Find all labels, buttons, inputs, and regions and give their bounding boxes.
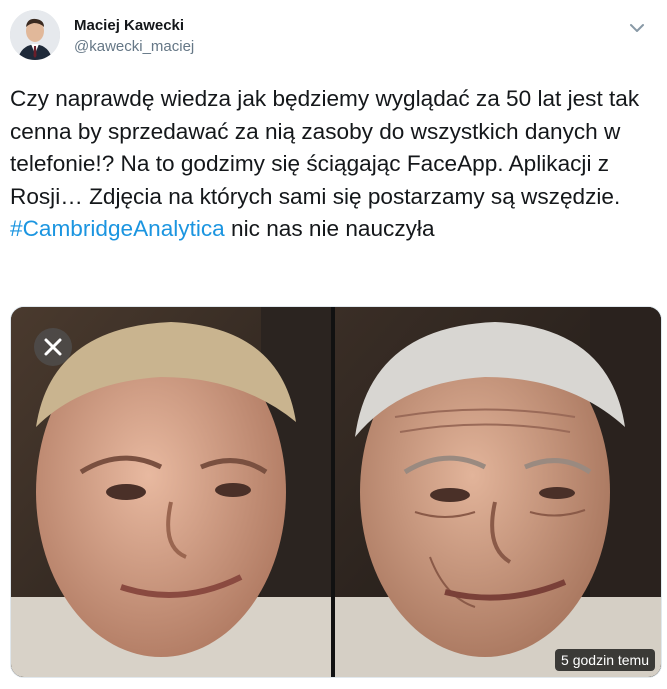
tweet-text-body: Czy naprawdę wiedza jak będziemy wygląda…	[10, 86, 640, 209]
tweet-text: Czy naprawdę wiedza jak będziemy wygląda…	[10, 83, 650, 246]
tweet-header: Maciej Kawecki @kawecki_maciej	[10, 10, 657, 66]
photo-aged-face[interactable]	[335, 307, 661, 677]
tweet-media[interactable]: 5 godzin temu	[10, 306, 662, 678]
author-handle[interactable]: @kawecki_maciej	[74, 38, 194, 55]
media-timestamp: 5 godzin temu	[555, 649, 655, 671]
tweet-text-tail: nic nas nie nauczyła	[224, 216, 435, 241]
close-icon[interactable]	[34, 328, 72, 366]
author-name[interactable]: Maciej Kawecki	[74, 17, 184, 34]
chevron-down-icon[interactable]	[625, 16, 649, 40]
hashtag-link[interactable]: #CambridgeAnalytica	[10, 216, 225, 241]
avatar[interactable]	[10, 10, 60, 60]
